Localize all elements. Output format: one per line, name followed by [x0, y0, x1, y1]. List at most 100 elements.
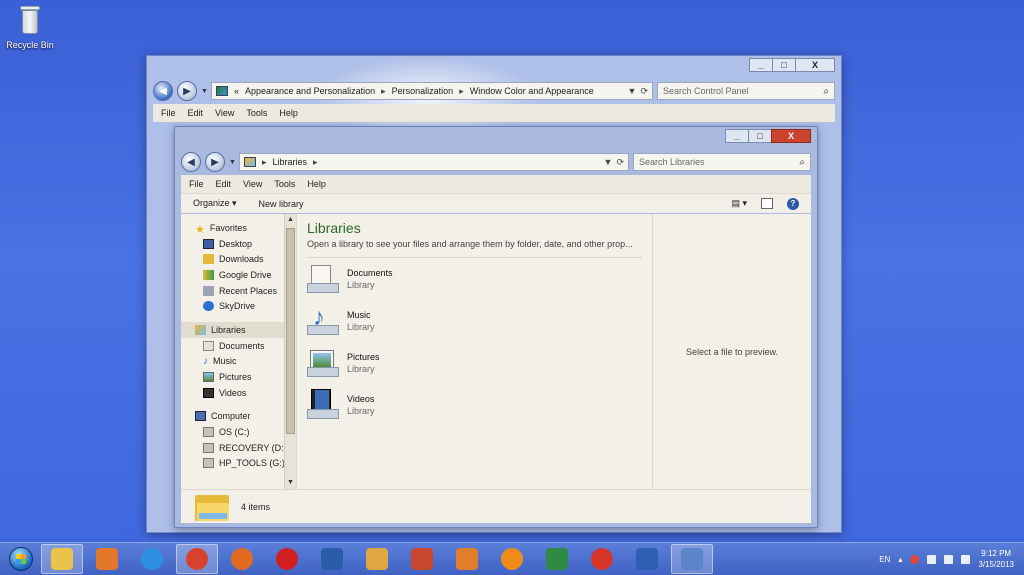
sidebar-item-videos[interactable]: Videos [181, 385, 296, 401]
minimize-button[interactable]: _ [725, 129, 749, 143]
menu-help[interactable]: Help [279, 108, 298, 118]
app-orange-icon [456, 548, 478, 570]
help-icon[interactable]: ? [787, 197, 799, 210]
music-icon: ♪ [203, 356, 208, 368]
scrollbar-thumb[interactable] [286, 228, 295, 434]
preview-pane: Select a file to preview. [653, 214, 811, 489]
taskbar-file-explorer-button[interactable] [41, 544, 83, 574]
taskbar-firefox-button[interactable] [221, 544, 263, 574]
taskbar-app-folder-button[interactable] [356, 544, 398, 574]
page-subtitle: Open a library to see your files and arr… [307, 239, 642, 258]
sidebar-item-music[interactable]: ♪ Music [181, 354, 296, 370]
search-placeholder: Search Libraries [639, 157, 705, 167]
pictures-library-icon [307, 347, 339, 379]
taskbar-control-panel-button[interactable] [671, 544, 713, 574]
sidebar-item-favorites[interactable]: ★ Favorites [181, 220, 296, 236]
change-view-icon[interactable]: ▤ ▾ [731, 198, 747, 209]
taskbar-media-player-button[interactable] [86, 544, 128, 574]
taskbar-app-red-button[interactable] [401, 544, 443, 574]
menu-view[interactable]: View [215, 108, 234, 118]
library-documents[interactable]: Documents Library [307, 258, 642, 300]
maximize-button[interactable]: □ [772, 58, 796, 72]
minimize-button[interactable]: _ [749, 58, 773, 72]
sidebar-item-computer[interactable]: Computer [181, 409, 296, 425]
taskbar-app-orange-button[interactable] [446, 544, 488, 574]
menu-file[interactable]: File [189, 179, 204, 189]
address-bar[interactable]: « Appearance and Personalization ▸ Perso… [211, 82, 653, 100]
clock[interactable]: 9:12 PM 3/15/2013 [978, 548, 1014, 570]
start-button[interactable] [4, 544, 38, 574]
search-libraries-input[interactable]: Search Libraries ⌕ [633, 153, 811, 171]
library-videos[interactable]: Videos Library [307, 384, 642, 426]
recent-pages-dropdown[interactable]: ▼ [229, 159, 236, 166]
scroll-down-icon[interactable]: ▼ [285, 477, 296, 489]
menu-tools[interactable]: Tools [274, 179, 295, 189]
sidebar-item-libraries[interactable]: Libraries [181, 322, 296, 338]
sidebar-scrollbar[interactable]: ▲ ▼ [284, 214, 296, 489]
network-signal-icon[interactable] [944, 554, 954, 564]
breadcrumb-appearance[interactable]: Appearance and Personalization [245, 86, 375, 96]
address-dropdown-icon[interactable]: ▼ [628, 86, 637, 97]
breadcrumb-window-color[interactable]: Window Color and Appearance [470, 86, 594, 96]
menu-help[interactable]: Help [307, 179, 326, 189]
tray-app-icon[interactable] [910, 554, 920, 564]
back-button[interactable]: ◀ [153, 81, 173, 101]
sidebar-item-downloads[interactable]: Downloads [181, 251, 296, 267]
taskbar-app-green-button[interactable] [536, 544, 578, 574]
search-control-panel-input[interactable]: Search Control Panel ⌕ [657, 82, 835, 100]
scroll-up-icon[interactable]: ▲ [285, 214, 296, 226]
back-button[interactable]: ◀ [181, 152, 201, 172]
menu-file[interactable]: File [161, 108, 176, 118]
sidebar-item-label: Desktop [219, 238, 253, 249]
recent-pages-dropdown[interactable]: ▼ [201, 88, 208, 95]
sidebar-item-pictures[interactable]: Pictures [181, 369, 296, 385]
refresh-icon[interactable]: ⟳ [616, 157, 624, 168]
sidebar-item-label: Favorites [209, 222, 247, 233]
recycle-bin[interactable]: Recycle Bin [4, 6, 56, 50]
library-type: Library [347, 406, 375, 416]
menu-edit[interactable]: Edit [216, 179, 232, 189]
sidebar-item-drive-c[interactable]: OS (C:) [181, 424, 296, 440]
show-hidden-icons-icon[interactable]: ▴ [898, 555, 902, 564]
menu-edit[interactable]: Edit [188, 108, 204, 118]
sidebar-item-recent-places[interactable]: Recent Places [181, 283, 296, 299]
music-library-icon: ♪ [307, 305, 339, 337]
address-bar[interactable]: ▸ Libraries ▸ ▼ ⟳ [239, 153, 629, 171]
forward-button[interactable]: ▶ [205, 152, 225, 172]
sidebar-item-skydrive[interactable]: SkyDrive [181, 298, 296, 314]
windows-logo-icon [9, 547, 33, 571]
taskbar-app-blue-button[interactable] [311, 544, 353, 574]
taskbar-ccleaner-button[interactable] [581, 544, 623, 574]
menu-view[interactable]: View [243, 179, 262, 189]
library-music[interactable]: ♪ Music Library [307, 300, 642, 342]
preview-pane-icon[interactable] [761, 198, 773, 209]
menu-bar: File Edit View Tools Help [153, 104, 835, 122]
breadcrumb-personalization[interactable]: Personalization [392, 86, 454, 96]
sidebar-item-google-drive[interactable]: Google Drive [181, 267, 296, 283]
breadcrumb-libraries[interactable]: Libraries [273, 157, 308, 167]
language-indicator[interactable]: EN [879, 555, 890, 564]
sidebar-item-documents[interactable]: Documents [181, 338, 296, 354]
taskbar-malwarebytes-button[interactable] [626, 544, 668, 574]
taskbar-chrome-button[interactable] [176, 544, 218, 574]
taskbar-avast-button[interactable] [491, 544, 533, 574]
sidebar-item-desktop[interactable]: Desktop [181, 236, 296, 252]
address-dropdown-icon[interactable]: ▼ [604, 157, 613, 168]
close-button[interactable]: X [795, 58, 835, 72]
action-center-flag-icon[interactable] [927, 554, 937, 564]
menu-tools[interactable]: Tools [246, 108, 267, 118]
forward-button[interactable]: ▶ [177, 81, 197, 101]
volume-icon[interactable] [961, 554, 971, 564]
sidebar-item-label: Videos [219, 387, 247, 398]
sidebar-item-drive-g[interactable]: HP_TOOLS (G:) [181, 456, 296, 472]
organize-button[interactable]: Organize ▾ [193, 198, 237, 209]
refresh-icon[interactable]: ⟳ [640, 86, 648, 97]
close-button[interactable]: X [771, 129, 811, 143]
sidebar-item-drive-d[interactable]: RECOVERY (D:) [181, 440, 296, 456]
navigation-pane: ★ Favorites Desktop Downloads Google Dri… [181, 214, 297, 489]
taskbar-internet-explorer-button[interactable] [131, 544, 173, 574]
library-pictures[interactable]: Pictures Library [307, 342, 642, 384]
maximize-button[interactable]: □ [748, 129, 772, 143]
new-library-button[interactable]: New library [259, 199, 304, 209]
taskbar-opera-button[interactable] [266, 544, 308, 574]
